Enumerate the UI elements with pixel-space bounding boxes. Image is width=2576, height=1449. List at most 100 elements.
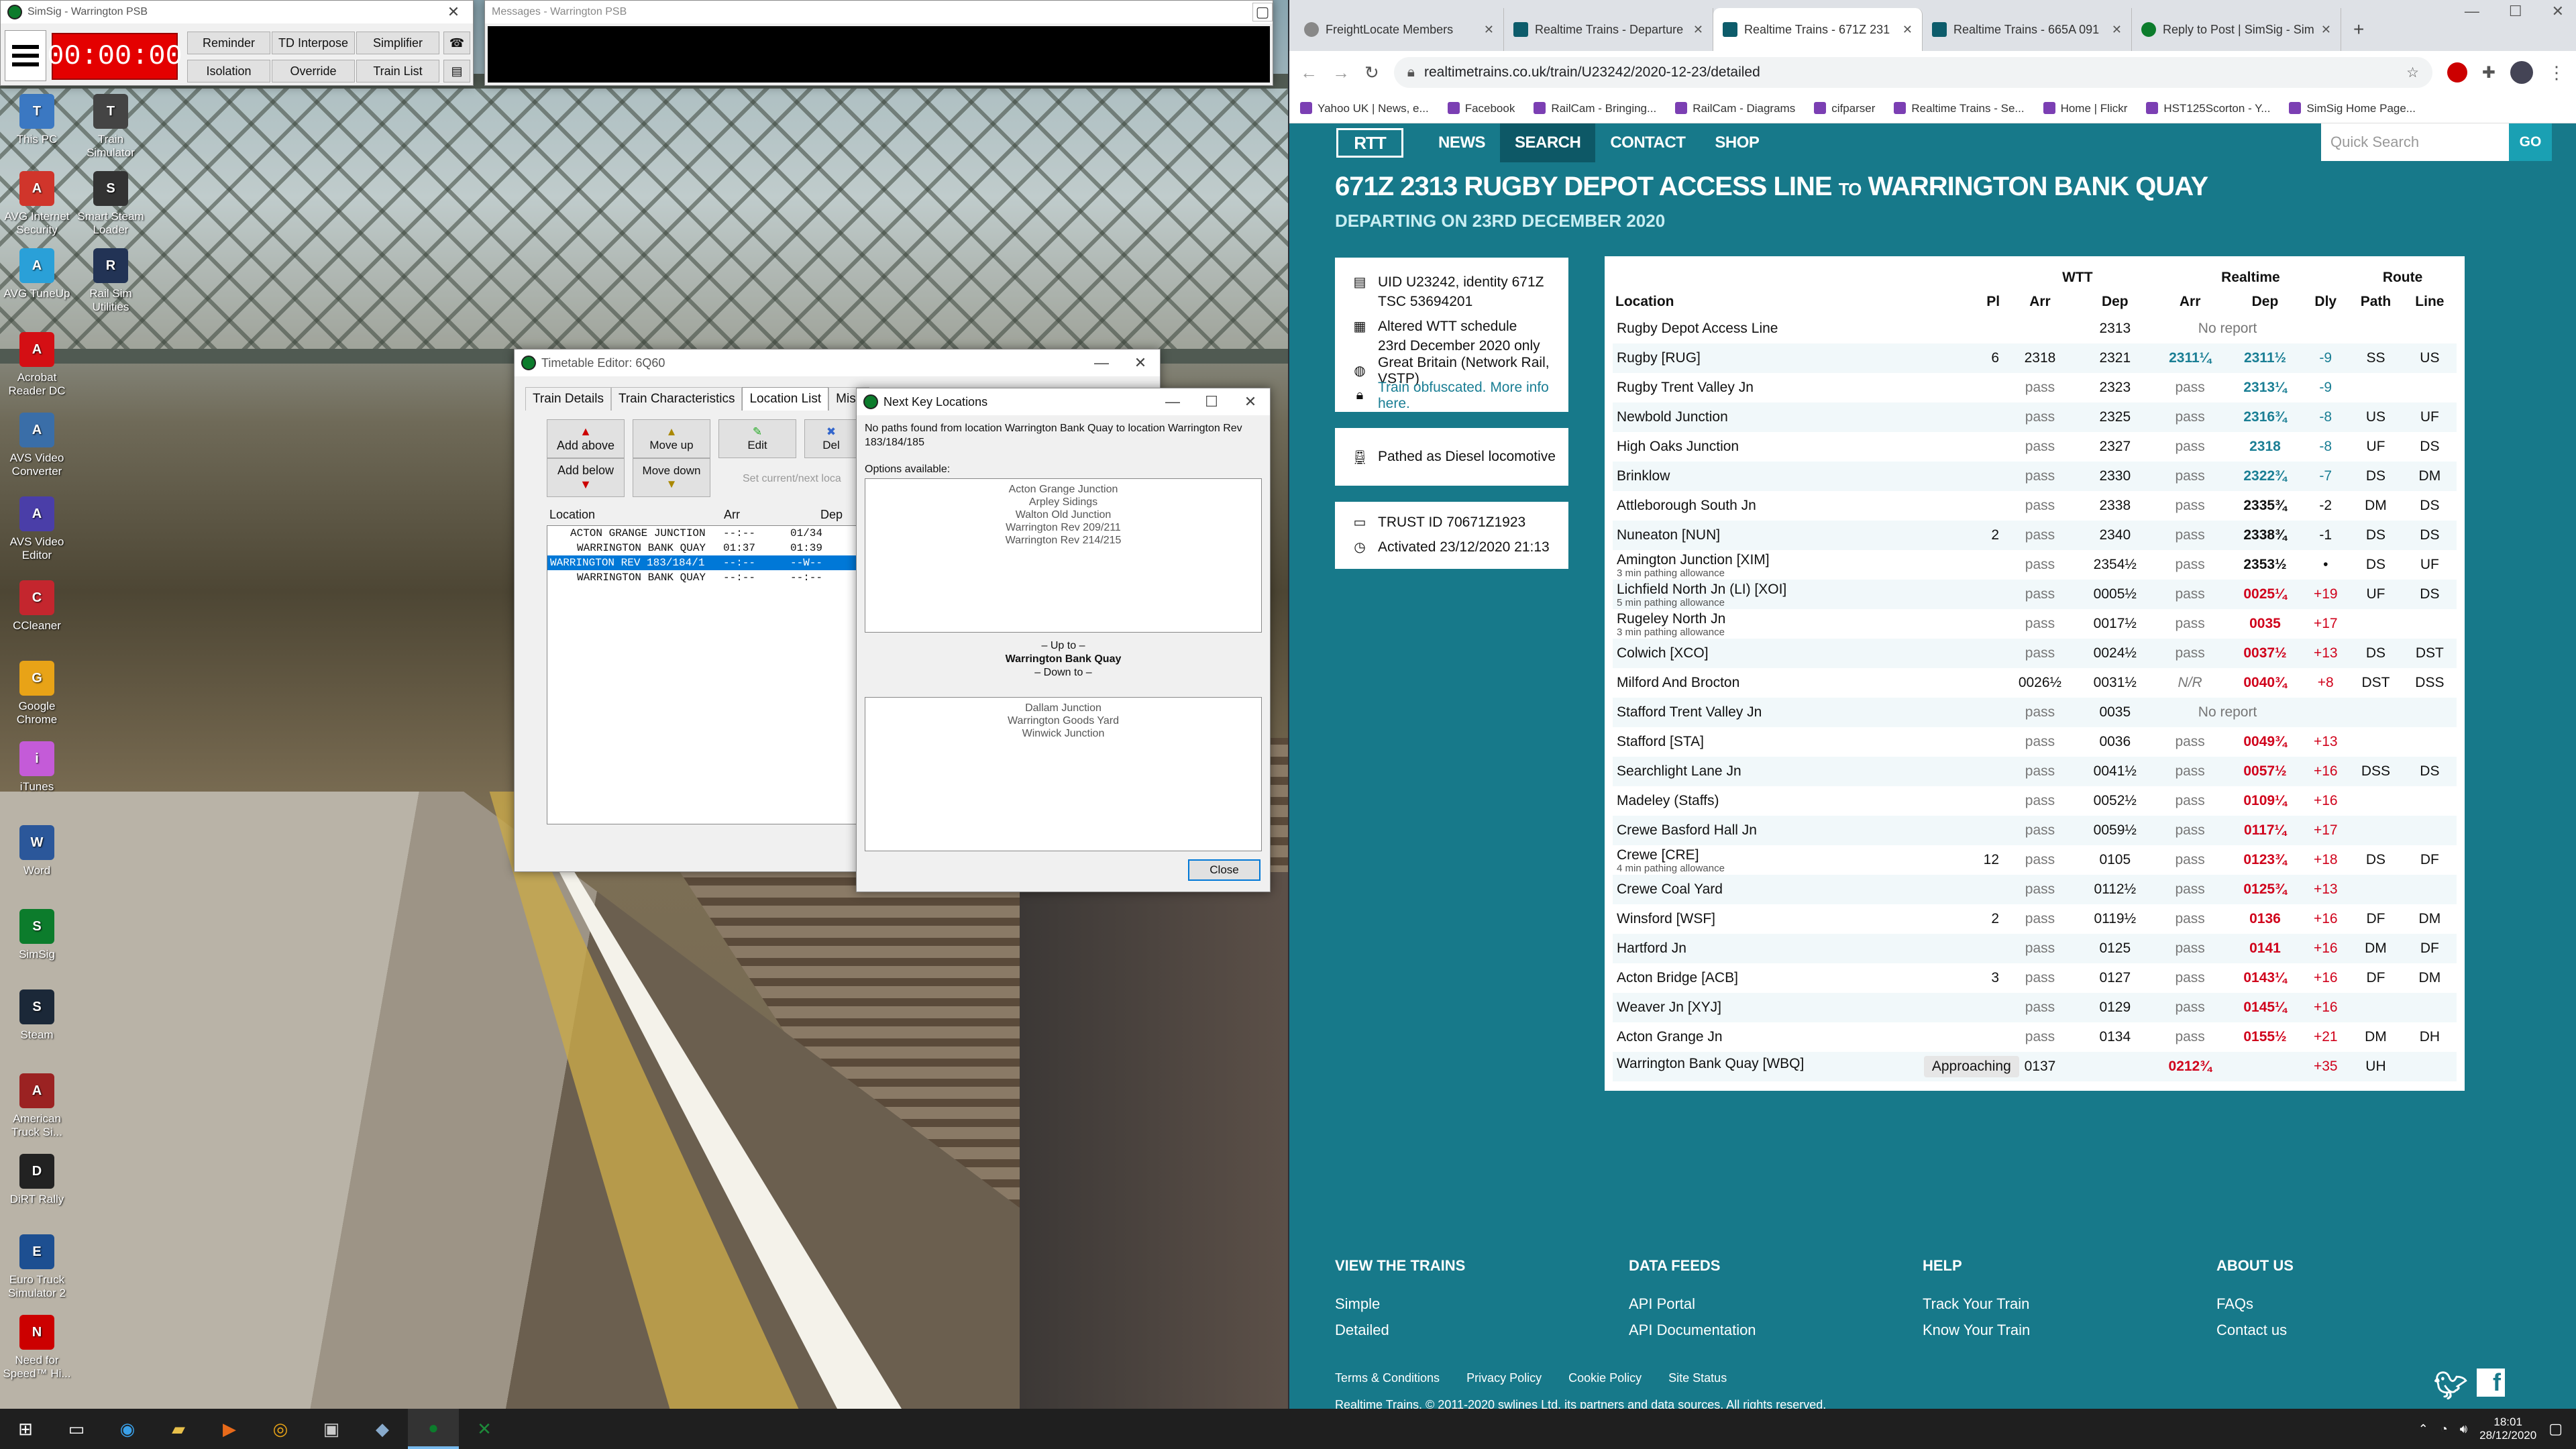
footer-link[interactable]: Contact us xyxy=(2216,1317,2498,1343)
footer-link[interactable]: Detailed xyxy=(1335,1317,1617,1343)
location-name[interactable]: Crewe Basford Hall Jn xyxy=(1617,822,1757,838)
desktop-icon[interactable]: S SimSig xyxy=(0,909,74,961)
nav-contact[interactable]: CONTACT xyxy=(1595,123,1700,162)
desktop-icon[interactable]: R Rail Sim Utilities xyxy=(74,248,148,313)
tray-chevron-icon[interactable]: ⌃ xyxy=(2418,1422,2428,1436)
location-name[interactable]: Searchlight Lane Jn xyxy=(1617,763,1741,779)
train-sim-taskbar-icon[interactable]: ◆ xyxy=(357,1409,408,1449)
volume-icon[interactable]: 🔊︎ xyxy=(2460,1422,2467,1436)
location-list[interactable]: ACTON GRANGE JUNCTION --:-- 01/34 WARRINGTO… xyxy=(547,525,862,824)
desktop-icon[interactable]: A Acrobat Reader DC xyxy=(0,332,74,397)
obfuscated-row[interactable]: 🔒︎ Train obfuscated. More info here. xyxy=(1335,380,1568,411)
location-name[interactable]: Lichfield North Jn (LI) [XOI] xyxy=(1617,582,1786,597)
timetable-titlebar[interactable]: Timetable Editor: 6Q60 — ✕ xyxy=(515,350,1160,376)
desktop-icon[interactable]: A AVG Internet Security xyxy=(0,171,74,236)
nav-shop[interactable]: SHOP xyxy=(1700,123,1774,162)
close-icon[interactable]: ✕ xyxy=(1231,388,1270,415)
excel-icon[interactable]: ✕ xyxy=(459,1409,510,1449)
train-list-button[interactable]: Train List xyxy=(356,60,439,83)
desktop-icon[interactable]: A American Truck Si... xyxy=(0,1073,74,1138)
browser-minimize-icon[interactable]: — xyxy=(2465,3,2479,30)
desktop-icon[interactable]: N Need for Speed™ Hi... xyxy=(0,1315,74,1380)
reminder-button[interactable]: Reminder xyxy=(187,32,270,54)
go-button[interactable]: GO xyxy=(2509,123,2552,161)
location-list-row[interactable]: ACTON GRANGE JUNCTION --:-- 01/34 xyxy=(547,526,861,541)
chrome-taskbar-icon[interactable]: ◎ xyxy=(255,1409,306,1449)
location-name[interactable]: Madeley (Staffs) xyxy=(1617,793,1719,808)
edit-button[interactable]: ✎ Edit xyxy=(718,419,796,458)
delete-button[interactable]: ✖ Del xyxy=(804,419,858,458)
table-row[interactable]: Lichfield North Jn (LI) [XOI] 5 min pathi… xyxy=(1613,580,2457,609)
option-item[interactable]: Arpley Sidings xyxy=(865,496,1261,508)
extension-icon[interactable] xyxy=(2447,62,2467,83)
simsig-taskbar-icon[interactable]: ● xyxy=(408,1409,459,1449)
reload-icon[interactable]: ↻ xyxy=(1364,62,1379,83)
tab-close-icon[interactable]: ✕ xyxy=(1479,23,1494,37)
bookmark-item[interactable]: RailCam - Bringing... xyxy=(1534,102,1656,115)
location-name[interactable]: Stafford [STA] xyxy=(1617,734,1704,749)
windows-start-icon[interactable]: ⊞ xyxy=(0,1409,51,1449)
task-view-icon[interactable]: ▭ xyxy=(51,1409,102,1449)
nav-search[interactable]: SEARCH xyxy=(1500,123,1596,162)
table-row[interactable]: Acton Bridge [ACB] 3 pass 0127 pass 0143¼ +16 D… xyxy=(1613,963,2457,993)
tab-close-icon[interactable]: ✕ xyxy=(2316,23,2331,37)
desktop-icon[interactable]: D DiRT Rally xyxy=(0,1154,74,1206)
location-name[interactable]: Amington Junction [XIM] xyxy=(1617,552,1770,568)
timetable-minimize-icon[interactable]: — xyxy=(1082,350,1121,376)
down-option-item[interactable]: Dallam Junction xyxy=(865,702,1261,714)
location-list-row[interactable]: WARRINGTON BANK QUAY --:-- --:-- xyxy=(547,570,861,585)
simplifier-button[interactable]: Simplifier xyxy=(356,32,439,54)
location-name[interactable]: Milford And Brocton xyxy=(1617,675,1739,690)
location-name[interactable]: Rugby [RUG] xyxy=(1617,350,1701,366)
table-row[interactable]: Attleborough South Jn pass 2338 pass 2335¾ -2… xyxy=(1613,491,2457,521)
tray-clock[interactable]: 18:01 28/12/2020 xyxy=(2479,1415,2536,1443)
table-row[interactable]: Acton Grange Jn pass 0134 pass 0155½ +21 DM DH xyxy=(1613,1022,2457,1052)
facebook-icon[interactable]: f xyxy=(2477,1368,2505,1397)
location-name[interactable]: Colwich [XCO] xyxy=(1617,645,1709,661)
location-list-row[interactable]: WARRINGTON BANK QUAY 01:37 01:39 xyxy=(547,541,861,555)
messages-scroll-icon[interactable]: ▢ xyxy=(1252,3,1273,21)
forward-icon[interactable]: → xyxy=(1332,62,1350,83)
option-item[interactable]: Warrington Rev 214/215 xyxy=(865,534,1261,547)
address-bar[interactable]: 🔒︎ realtimetrains.co.uk/train/U23242/202… xyxy=(1393,57,2432,88)
tab-train-characteristics[interactable]: Train Characteristics xyxy=(610,387,743,411)
legal-link[interactable]: Site Status xyxy=(1668,1371,1727,1385)
table-row[interactable]: Crewe Coal Yard pass 0112½ pass 0125¾ +13 xyxy=(1613,875,2457,904)
bookmark-item[interactable]: RailCam - Diagrams xyxy=(1675,102,1795,115)
desktop-icon[interactable]: E Euro Truck Simulator 2 xyxy=(0,1234,74,1299)
browser-close-icon[interactable]: ✕ xyxy=(2552,3,2564,30)
tab-close-icon[interactable]: ✕ xyxy=(1688,23,1703,37)
bookmark-item[interactable]: Yahoo UK | News, e... xyxy=(1300,102,1429,115)
close-button[interactable]: Close xyxy=(1188,859,1260,881)
table-row[interactable]: Stafford Trent Valley Jn pass 0035 No repor… xyxy=(1613,698,2457,727)
footer-link[interactable]: FAQs xyxy=(2216,1291,2498,1317)
move-down-button[interactable]: Move down ▼ xyxy=(633,458,710,497)
table-row[interactable]: Rugeley North Jn 3 min pathing allowance p… xyxy=(1613,609,2457,639)
bookmark-item[interactable]: Facebook xyxy=(1448,102,1515,115)
desktop-icon[interactable]: S Steam xyxy=(0,989,74,1042)
location-name[interactable]: Attleborough South Jn xyxy=(1617,498,1756,513)
footer-link[interactable]: Simple xyxy=(1335,1291,1617,1317)
table-row[interactable]: Stafford [STA] pass 0036 pass 0049¾ +13 xyxy=(1613,727,2457,757)
table-row[interactable]: Nuneaton [NUN] 2 pass 2340 pass 2338¾ -1 DS DS xyxy=(1613,521,2457,550)
desktop-icon[interactable]: T This PC xyxy=(0,94,74,146)
table-row[interactable]: Amington Junction [XIM] 3 min pathing all… xyxy=(1613,550,2457,580)
bookmark-item[interactable]: cifparser xyxy=(1814,102,1875,115)
table-row[interactable]: Crewe [CRE] 4 min pathing allowance 12 pass… xyxy=(1613,845,2457,875)
table-row[interactable]: Rugby [RUG] 6 2318 2321 2311¼ 2311½ -9 SS US xyxy=(1613,343,2457,373)
set-current-button[interactable]: Set current/next loca xyxy=(743,473,841,485)
legal-link[interactable]: Privacy Policy xyxy=(1466,1371,1542,1385)
maximize-icon[interactable]: ☐ xyxy=(1192,388,1231,415)
down-option-item[interactable]: Winwick Junction xyxy=(865,727,1261,740)
browser-tab[interactable]: FreightLocate Members ✕ xyxy=(1295,8,1504,51)
location-name[interactable]: Rugby Trent Valley Jn xyxy=(1617,380,1754,395)
notifications-icon[interactable]: ▢ xyxy=(2548,1420,2563,1438)
desktop-icon[interactable]: A AVG TuneUp xyxy=(0,248,74,301)
location-name[interactable]: Newbold Junction xyxy=(1617,409,1728,425)
location-name[interactable]: Rugeley North Jn xyxy=(1617,611,1725,627)
bookmark-item[interactable]: Home | Flickr xyxy=(2043,102,2128,115)
twitter-icon[interactable]: 🐦︎ xyxy=(2434,1370,2468,1401)
option-item[interactable]: Warrington Rev 209/211 xyxy=(865,521,1261,534)
table-row[interactable]: Rugby Trent Valley Jn pass 2323 pass 2313¼ -9 xyxy=(1613,373,2457,402)
add-above-button[interactable]: ▲ Add above xyxy=(547,419,625,458)
